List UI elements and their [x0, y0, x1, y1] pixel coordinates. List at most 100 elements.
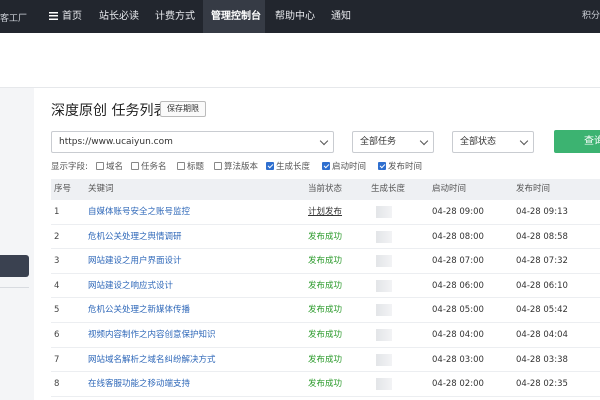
status-text: 发布成功: [308, 354, 343, 365]
field-checkbox-5[interactable]: 启动时间: [322, 160, 366, 172]
header-band: [0, 33, 600, 88]
url-select-value: https://www.ucaiyun.com: [59, 137, 173, 147]
keyword-link[interactable]: 网站建设之响应式设计: [88, 274, 173, 298]
length-value-blurred: [376, 304, 392, 317]
nav-item-notice[interactable]: 通知: [331, 0, 351, 33]
field-checkbox-label: 域名: [106, 162, 124, 172]
table-row: 8 在线客服功能之移动端支持 发布成功 04-28 02:00 04-28 02:35: [51, 372, 600, 397]
start-time: 04-28 04:00: [432, 330, 484, 340]
status-text[interactable]: 计划发布: [308, 200, 342, 224]
table-row: 1 自媒体账号安全之账号监控 计划发布 04-28 09:00 04-28 09:13: [51, 200, 600, 225]
publish-time: 04-28 09:13: [516, 207, 568, 217]
col-header-start-time: 启动时间: [432, 184, 467, 194]
row-number: 6: [54, 330, 60, 340]
col-header-length: 生成长度: [371, 184, 406, 194]
start-time: 04-28 02:00: [432, 379, 484, 390]
status-select[interactable]: 全部状态: [452, 131, 534, 153]
status-text: 发布成功: [308, 280, 343, 291]
nav-item-console[interactable]: 管理控制台: [203, 0, 265, 33]
keyword-link[interactable]: 危机公关处理之新媒体传播: [88, 298, 190, 322]
chevron-down-icon: [419, 136, 429, 146]
col-header-status: 当前状态: [308, 184, 343, 194]
field-checkbox-0[interactable]: 域名: [96, 160, 123, 172]
start-time: 04-28 08:00: [432, 231, 484, 242]
status-text: 发布成功: [308, 256, 343, 267]
status-select-value: 全部状态: [460, 137, 497, 147]
row-number: 1: [54, 207, 60, 217]
col-header-keyword: 关键词: [88, 184, 114, 194]
status-text: 发布成功: [308, 330, 343, 340]
row-number: 2: [54, 231, 60, 242]
field-checkbox-2[interactable]: 标题: [177, 160, 204, 172]
url-select[interactable]: https://www.ucaiyun.com: [51, 131, 334, 153]
row-number: 5: [54, 305, 60, 316]
page-title: 深度原创 任务列表: [51, 103, 168, 119]
publish-time: 04-28 04:04: [516, 330, 568, 340]
status-text: 发布成功: [308, 231, 343, 242]
field-checkbox-1[interactable]: 任务名: [131, 160, 167, 172]
publish-time: 04-28 07:32: [516, 256, 568, 267]
checkbox-icon[interactable]: [177, 162, 185, 170]
start-time: 04-28 07:00: [432, 256, 484, 267]
keyword-link[interactable]: 网站域名解析之域名纠纷解决方式: [88, 348, 216, 372]
start-time: 04-28 09:00: [432, 207, 484, 217]
start-time: 04-28 03:00: [432, 354, 484, 365]
col-header-publish-time: 发布时间: [516, 184, 551, 194]
field-checkbox-label: 任务名: [141, 162, 167, 172]
length-value-blurred: [376, 255, 392, 268]
status-text: 发布成功: [308, 305, 343, 316]
field-checkbox-label: 标题: [187, 162, 205, 172]
table-row: 2 危机公关处理之舆情调研 发布成功 04-28 08:00 04-28 08:58: [51, 225, 600, 250]
checkbox-icon[interactable]: [214, 162, 222, 170]
length-value-blurred: [376, 353, 392, 366]
field-checkbox-3[interactable]: 算法版本: [214, 160, 258, 172]
field-checkbox-label: 启动时间: [332, 162, 367, 172]
top-nav: 客工厂 首页 站长必读 计费方式 管理控制台 帮助中心 通知 积分: [0, 0, 600, 33]
nav-item-help[interactable]: 帮助中心: [275, 0, 315, 33]
keyword-link[interactable]: 网站建设之用户界面设计: [88, 249, 182, 273]
col-header-no: 序号: [54, 184, 72, 194]
chevron-down-icon: [519, 136, 529, 146]
keyword-link[interactable]: 危机公关处理之舆情调研: [88, 225, 182, 249]
publish-time: 04-28 08:58: [516, 231, 568, 242]
length-value-blurred: [376, 279, 392, 292]
table-row: 3 网站建设之用户界面设计 发布成功 04-28 07:00 04-28 07:32: [51, 249, 600, 274]
nav-item-home[interactable]: 首页: [49, 0, 82, 33]
checkbox-checked-icon[interactable]: [266, 162, 274, 170]
chevron-down-icon: [319, 136, 329, 146]
row-number: 3: [54, 256, 60, 267]
table-row: 4 网站建设之响应式设计 发布成功 04-28 06:00 04-28 06:10: [51, 274, 600, 299]
keyword-link[interactable]: 视频内容制作之内容创意保护知识: [88, 323, 216, 347]
sidebar-active-item[interactable]: [0, 255, 29, 277]
checkbox-checked-icon[interactable]: [378, 162, 386, 170]
save-period-button[interactable]: 保存期限: [160, 101, 206, 117]
nav-item-billing[interactable]: 计费方式: [155, 0, 195, 33]
row-number: 7: [54, 354, 60, 365]
points-link[interactable]: 积分: [582, 0, 600, 33]
field-checkbox-label: 发布时间: [388, 162, 423, 172]
query-button[interactable]: 查询: [554, 130, 600, 153]
checkbox-checked-icon[interactable]: [322, 162, 330, 170]
task-panel: 深度原创 任务列表 保存期限 https://www.ucaiyun.com 全…: [34, 88, 600, 400]
length-value-blurred: [376, 206, 392, 218]
field-checkbox-label: 算法版本: [224, 162, 259, 172]
start-time: 04-28 06:00: [432, 280, 484, 291]
checkbox-icon[interactable]: [96, 162, 104, 170]
brand-logo[interactable]: 客工厂: [0, 11, 27, 24]
table-header: 序号 关键词 当前状态 生成长度 启动时间 发布时间: [51, 179, 600, 200]
table-row: 7 网站域名解析之域名纠纷解决方式 发布成功 04-28 03:00 04-28 03:…: [51, 348, 600, 373]
keyword-link[interactable]: 自媒体账号安全之账号监控: [88, 200, 190, 224]
length-value-blurred: [376, 230, 392, 243]
field-checkbox-label: 生成长度: [276, 162, 311, 172]
table-row: 5 危机公关处理之新媒体传播 发布成功 04-28 05:00 04-28 05:42: [51, 298, 600, 323]
menu-icon: [49, 12, 58, 20]
field-checkbox-4[interactable]: 生成长度: [266, 160, 310, 172]
keyword-link[interactable]: 在线客服功能之移动端支持: [88, 372, 190, 396]
field-checkbox-6[interactable]: 发布时间: [378, 160, 422, 172]
checkbox-icon[interactable]: [131, 162, 139, 170]
length-value-blurred: [376, 378, 392, 391]
task-select[interactable]: 全部任务: [352, 131, 434, 153]
status-text: 发布成功: [308, 379, 343, 390]
nav-item-must-read[interactable]: 站长必读: [99, 0, 139, 33]
publish-time: 04-28 03:38: [516, 354, 568, 365]
